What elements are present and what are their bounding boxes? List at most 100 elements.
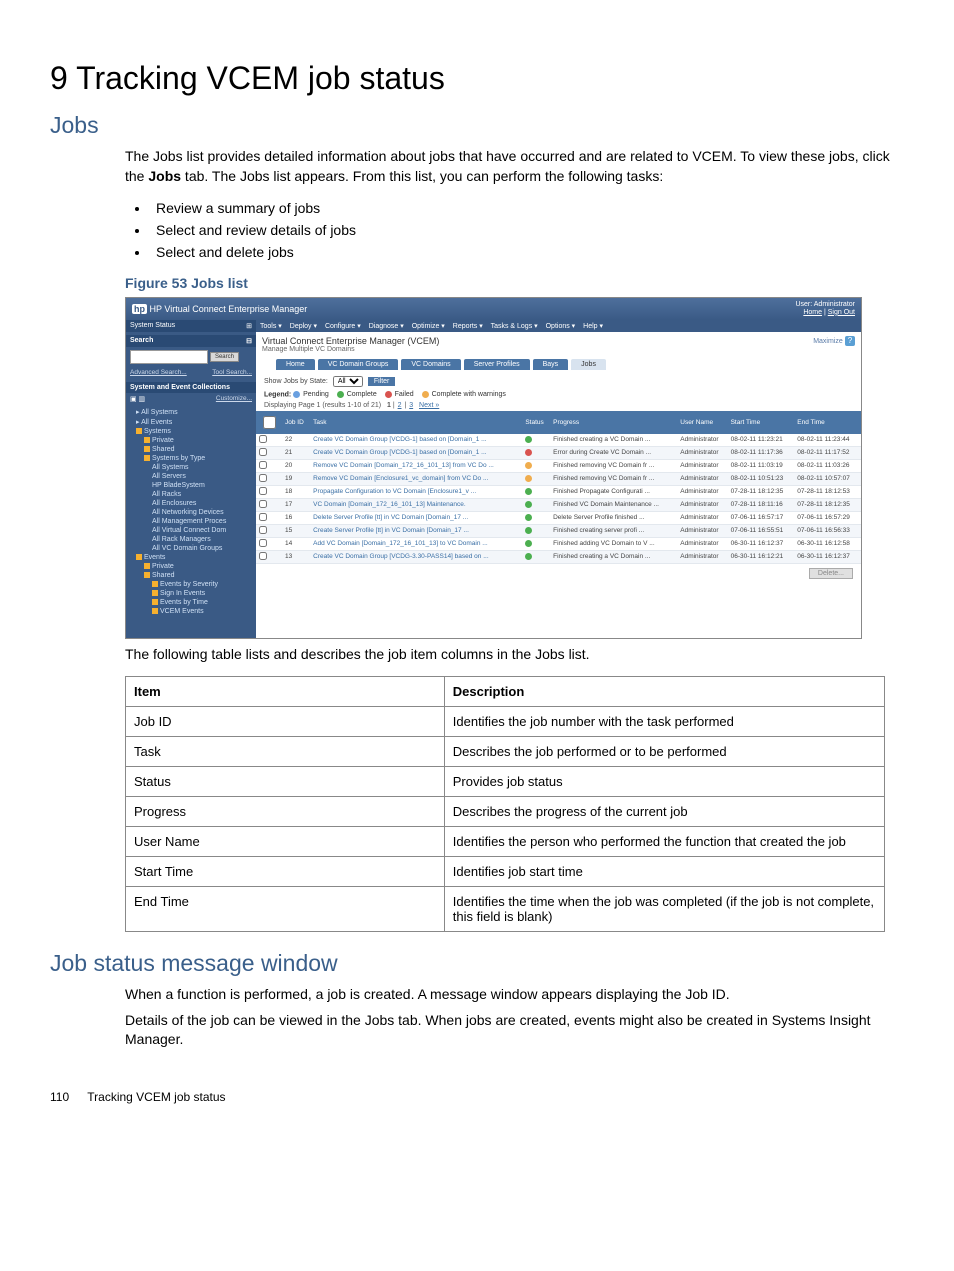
pager-2[interactable]: 2	[398, 402, 402, 409]
menu-options[interactable]: Options ▾	[546, 323, 576, 330]
cell-task[interactable]: Remove VC Domain [Enclosure1_vc_domain] …	[310, 472, 522, 485]
col-username[interactable]: User Name	[677, 411, 727, 434]
menu-tasks-logs[interactable]: Tasks & Logs ▾	[491, 323, 538, 330]
cell-task[interactable]: VC Domain [Domain_172_16_101_13] Mainten…	[310, 498, 522, 511]
row-checkbox[interactable]	[259, 513, 267, 521]
tab-bays[interactable]: Bays	[533, 359, 569, 370]
table-row[interactable]: 19Remove VC Domain [Enclosure1_vc_domain…	[256, 472, 861, 485]
tree-node[interactable]: All Management Proces	[130, 517, 252, 526]
row-checkbox[interactable]	[259, 435, 267, 443]
col-status[interactable]: Status	[522, 411, 550, 434]
tree-events-severity[interactable]: Events by Severity	[130, 580, 252, 589]
cell-task[interactable]: Propagate Configuration to VC Domain [En…	[310, 485, 522, 498]
tree-vcem-events[interactable]: VCEM Events	[130, 607, 252, 616]
tree-events-private[interactable]: Private	[130, 562, 252, 571]
row-checkbox[interactable]	[259, 448, 267, 456]
row-checkbox[interactable]	[259, 500, 267, 508]
col-start[interactable]: Start Time	[728, 411, 795, 434]
menu-deploy[interactable]: Deploy ▾	[290, 323, 317, 330]
state-select[interactable]: All	[333, 376, 363, 387]
tree-all-systems[interactable]: ▸ All Systems	[130, 407, 252, 417]
tree-systems-by-type[interactable]: Systems by Type	[130, 454, 252, 463]
cell-task[interactable]: Add VC Domain [Domain_172_16_101_13] to …	[310, 537, 522, 550]
cell-task[interactable]: Create Server Profile [tt] in VC Domain …	[310, 524, 522, 537]
menu-optimize[interactable]: Optimize ▾	[412, 323, 445, 330]
table-row[interactable]: 14Add VC Domain [Domain_172_16_101_13] t…	[256, 537, 861, 550]
col-task[interactable]: Task	[310, 411, 522, 434]
cell-task[interactable]: Delete Server Profile [tt] in VC Domain …	[310, 511, 522, 524]
table-row[interactable]: 21Create VC Domain Group [VCDG-1] based …	[256, 446, 861, 459]
menu-tools[interactable]: Tools ▾	[260, 323, 282, 330]
tree-node[interactable]: All Systems	[130, 463, 252, 472]
cell-task[interactable]: Create VC Domain Group [VCDG-3.30-PASS14…	[310, 550, 522, 563]
advanced-search-link[interactable]: Advanced Search...	[130, 369, 187, 376]
tab-server-profiles[interactable]: Server Profiles	[464, 359, 530, 370]
tab-vc-domains[interactable]: VC Domains	[401, 359, 460, 370]
tree-node[interactable]: All Networking Devices	[130, 508, 252, 517]
user-label: User: Administrator	[795, 301, 855, 308]
menu-diagnose[interactable]: Diagnose ▾	[369, 323, 404, 330]
tool-search-link[interactable]: Tool Search...	[212, 369, 252, 376]
tree-node[interactable]: HP BladeSystem	[130, 481, 252, 490]
tree-shared[interactable]: Shared	[130, 445, 252, 454]
tree-events[interactable]: Events	[130, 553, 252, 562]
status-icon	[525, 501, 532, 508]
cell-start: 08-02-11 11:03:19	[728, 459, 795, 472]
tab-jobs[interactable]: Jobs	[571, 359, 606, 370]
cell-user: Administrator	[677, 434, 727, 447]
table-row[interactable]: 13Create VC Domain Group [VCDG-3.30-PASS…	[256, 550, 861, 563]
pager-3[interactable]: 3	[409, 402, 413, 409]
cell-task[interactable]: Create VC Domain Group [VCDG-1] based on…	[310, 434, 522, 447]
tree-systems[interactable]: Systems	[130, 427, 252, 436]
filter-button[interactable]: Filter	[368, 377, 396, 386]
menu-help[interactable]: Help ▾	[583, 323, 603, 330]
search-input[interactable]	[130, 350, 208, 364]
maximize-link[interactable]: Maximize	[813, 338, 843, 345]
table-row[interactable]: 17VC Domain [Domain_172_16_101_13] Maint…	[256, 498, 861, 511]
expand-icon[interactable]: ⊞	[246, 322, 252, 330]
col-end[interactable]: End Time	[794, 411, 861, 434]
tree-node[interactable]: All Virtual Connect Dom	[130, 526, 252, 535]
menu-reports[interactable]: Reports ▾	[453, 323, 483, 330]
table-row[interactable]: 22Create VC Domain Group [VCDG-1] based …	[256, 434, 861, 447]
select-all-checkbox[interactable]	[263, 416, 276, 429]
tree-events-time[interactable]: Events by Time	[130, 598, 252, 607]
pager-1[interactable]: 1	[387, 402, 391, 409]
row-checkbox[interactable]	[259, 526, 267, 534]
tree-node[interactable]: All Rack Managers	[130, 535, 252, 544]
menu-configure[interactable]: Configure ▾	[325, 323, 361, 330]
row-checkbox[interactable]	[259, 474, 267, 482]
tab-vc-domain-groups[interactable]: VC Domain Groups	[318, 359, 399, 370]
col-progress[interactable]: Progress	[550, 411, 677, 434]
tree-icon[interactable]: ▣ ▥	[130, 395, 145, 403]
table-row[interactable]: 18Propagate Configuration to VC Domain […	[256, 485, 861, 498]
col-jobid[interactable]: Job ID	[282, 411, 310, 434]
tree-node[interactable]: All Enclosures	[130, 499, 252, 508]
collapse-icon[interactable]: ⊟	[246, 337, 252, 345]
tree-all-events[interactable]: ▸ All Events	[130, 417, 252, 427]
signout-link[interactable]: Sign Out	[828, 309, 855, 316]
tree-node[interactable]: All Servers	[130, 472, 252, 481]
table-row[interactable]: 20Remove VC Domain [Domain_172_16_101_13…	[256, 459, 861, 472]
help-icon[interactable]: ?	[845, 336, 855, 346]
tree-node[interactable]: All VC Domain Groups	[130, 544, 252, 553]
customize-link[interactable]: Customize...	[216, 395, 252, 402]
delete-button[interactable]: Delete...	[809, 568, 853, 579]
col-checkbox[interactable]	[256, 411, 282, 434]
pager-next[interactable]: Next »	[419, 402, 439, 409]
cell-task[interactable]: Create VC Domain Group [VCDG-1] based on…	[310, 446, 522, 459]
search-button[interactable]: Search	[210, 352, 239, 362]
row-checkbox[interactable]	[259, 487, 267, 495]
row-checkbox[interactable]	[259, 552, 267, 560]
tree-signin-events[interactable]: Sign In Events	[130, 589, 252, 598]
tab-home[interactable]: Home	[276, 359, 315, 370]
table-row[interactable]: 15Create Server Profile [tt] in VC Domai…	[256, 524, 861, 537]
tree-events-shared[interactable]: Shared	[130, 571, 252, 580]
home-link[interactable]: Home	[803, 309, 822, 316]
tree-node[interactable]: All Racks	[130, 490, 252, 499]
cell-task[interactable]: Remove VC Domain [Domain_172_16_101_13] …	[310, 459, 522, 472]
tree-private[interactable]: Private	[130, 436, 252, 445]
row-checkbox[interactable]	[259, 461, 267, 469]
row-checkbox[interactable]	[259, 539, 267, 547]
table-row[interactable]: 16Delete Server Profile [tt] in VC Domai…	[256, 511, 861, 524]
